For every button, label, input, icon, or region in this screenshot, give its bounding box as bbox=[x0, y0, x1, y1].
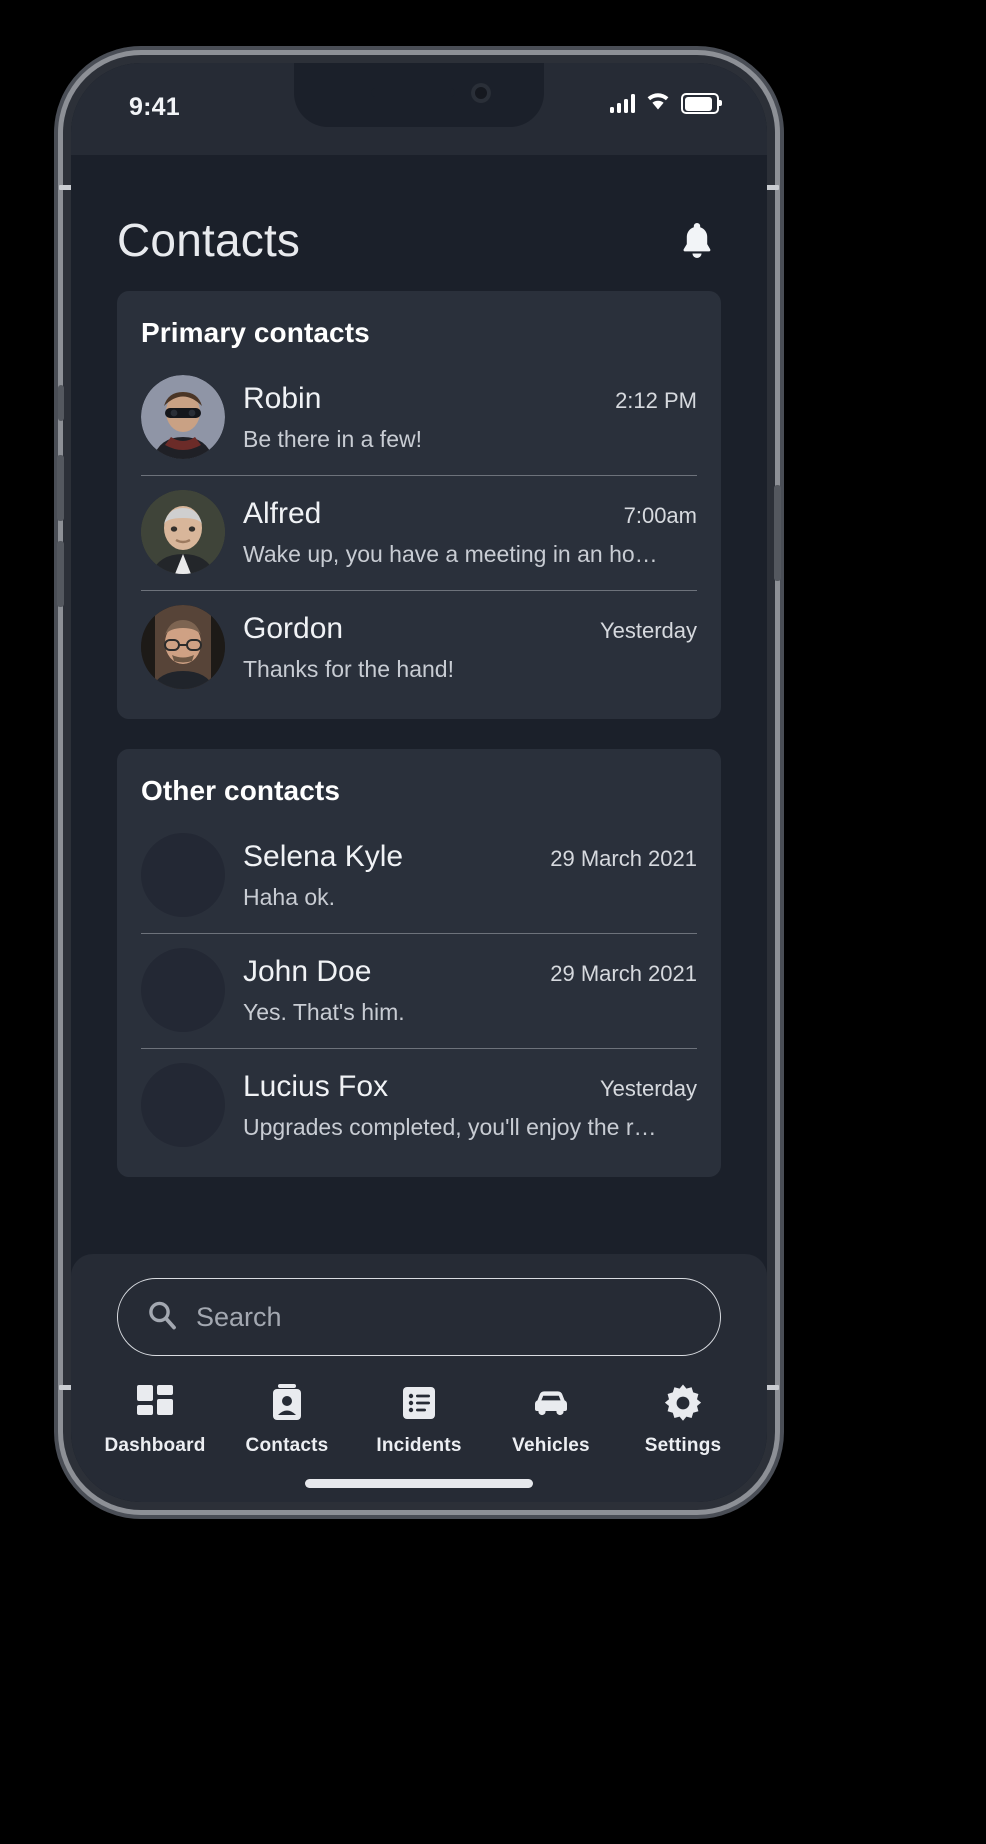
avatar bbox=[141, 490, 225, 574]
avatar-placeholder bbox=[141, 948, 225, 1032]
tab-settings[interactable]: Settings bbox=[623, 1382, 743, 1457]
contact-time: 29 March 2021 bbox=[550, 960, 697, 986]
contact-row[interactable]: Selena Kyle 29 March 2021 Haha ok. bbox=[141, 819, 697, 934]
contacts-content: Primary contacts Robin 2:12 PM Be there … bbox=[71, 291, 767, 1254]
list-icon bbox=[398, 1382, 440, 1424]
contact-row-main: Selena Kyle 29 March 2021 Haha ok. bbox=[243, 840, 697, 911]
contact-message: Upgrades completed, you'll enjoy the r… bbox=[243, 1113, 657, 1140]
tab-incidents[interactable]: Incidents bbox=[359, 1382, 479, 1457]
tab-label: Incidents bbox=[376, 1435, 462, 1456]
contact-time: 7:00am bbox=[623, 502, 697, 528]
antenna-line bbox=[765, 1385, 779, 1390]
tabbar: Dashboard Contacts Incidents Vehicles Se… bbox=[71, 1356, 767, 1463]
contact-row[interactable]: John Doe 29 March 2021 Yes. That's him. bbox=[141, 934, 697, 1049]
car-icon bbox=[529, 1382, 573, 1424]
section-title: Other contacts bbox=[141, 775, 340, 806]
search-input[interactable]: Search bbox=[117, 1278, 721, 1356]
search-placeholder: Search bbox=[196, 1301, 282, 1332]
antenna-line bbox=[765, 185, 779, 190]
contact-message: Be there in a few! bbox=[243, 425, 422, 452]
contact-name: John Doe bbox=[243, 954, 372, 988]
contact-name: Gordon bbox=[243, 611, 344, 645]
contact-row-main: Alfred 7:00am Wake up, you have a meetin… bbox=[243, 497, 697, 568]
tab-vehicles[interactable]: Vehicles bbox=[491, 1382, 611, 1457]
status-time: 9:41 bbox=[129, 93, 180, 121]
contact-row[interactable]: Lucius Fox Yesterday Upgrades completed,… bbox=[141, 1049, 697, 1163]
tab-label: Dashboard bbox=[104, 1435, 206, 1456]
cellular-signal-icon bbox=[610, 94, 635, 113]
page-title: Contacts bbox=[117, 214, 301, 266]
avatar-placeholder bbox=[141, 1063, 225, 1147]
bell-icon[interactable] bbox=[673, 214, 721, 266]
tab-label: Contacts bbox=[245, 1435, 329, 1456]
wifi-icon bbox=[645, 91, 671, 116]
app-screen: 9:41 Contacts Primary contacts Robin 2:1… bbox=[71, 63, 767, 1502]
contact-time: Yesterday bbox=[599, 617, 697, 643]
earpiece-speaker bbox=[371, 88, 455, 97]
tab-contacts[interactable]: Contacts bbox=[227, 1382, 347, 1457]
silence-switch[interactable] bbox=[58, 385, 64, 421]
avatar-placeholder bbox=[141, 833, 225, 917]
section-title: Primary contacts bbox=[141, 317, 370, 348]
home-indicator[interactable] bbox=[305, 1479, 533, 1488]
contact-row-main: Lucius Fox Yesterday Upgrades completed,… bbox=[243, 1070, 697, 1141]
tab-label: Settings bbox=[644, 1435, 722, 1456]
tab-dashboard[interactable]: Dashboard bbox=[95, 1382, 215, 1457]
search-wrap: Search bbox=[71, 1278, 767, 1356]
volume-down-button[interactable] bbox=[57, 541, 64, 607]
bottom-bar: Search Dashboard Contacts Incidents Vehi… bbox=[71, 1254, 767, 1502]
gear-icon bbox=[662, 1382, 704, 1424]
battery-full-icon bbox=[681, 93, 722, 114]
contact-row[interactable]: Gordon Yesterday Thanks for the hand! bbox=[141, 591, 697, 705]
phone-screen-bezel: 9:41 Contacts Primary contacts Robin 2:1… bbox=[71, 63, 767, 1502]
contact-name: Selena Kyle bbox=[243, 839, 404, 873]
contact-message: Thanks for the hand! bbox=[243, 655, 454, 682]
contact-time: Yesterday bbox=[599, 1075, 697, 1101]
tab-label: Vehicles bbox=[512, 1435, 590, 1456]
primary-contacts-card: Primary contacts Robin 2:12 PM Be there … bbox=[117, 291, 721, 719]
search-icon bbox=[146, 1299, 178, 1336]
phone-frame: 9:41 Contacts Primary contacts Robin 2:1… bbox=[57, 55, 781, 1510]
contact-card-icon bbox=[266, 1382, 308, 1424]
contact-name: Lucius Fox bbox=[243, 1069, 389, 1103]
front-camera-icon bbox=[471, 83, 491, 103]
contact-time: 29 March 2021 bbox=[550, 845, 697, 871]
contact-time: 2:12 PM bbox=[615, 387, 697, 413]
app-header: Contacts bbox=[71, 155, 767, 291]
contact-row[interactable]: Alfred 7:00am Wake up, you have a meetin… bbox=[141, 476, 697, 591]
volume-up-button[interactable] bbox=[57, 455, 64, 521]
contact-row-main: Gordon Yesterday Thanks for the hand! bbox=[243, 612, 697, 683]
other-contacts-card: Other contacts Selena Kyle 29 March 2021… bbox=[117, 749, 721, 1177]
status-bar: 9:41 bbox=[71, 63, 767, 155]
contact-name: Alfred bbox=[243, 496, 322, 530]
status-icons bbox=[610, 91, 722, 116]
contact-row-main: Robin 2:12 PM Be there in a few! bbox=[243, 382, 697, 453]
avatar bbox=[141, 375, 225, 459]
contact-row-main: John Doe 29 March 2021 Yes. That's him. bbox=[243, 955, 697, 1026]
power-button[interactable] bbox=[774, 485, 781, 581]
contact-message: Yes. That's him. bbox=[243, 998, 405, 1025]
contact-message: Haha ok. bbox=[243, 883, 336, 910]
avatar bbox=[141, 605, 225, 689]
grid-dashboard-icon bbox=[134, 1382, 176, 1424]
contact-name: Robin bbox=[243, 381, 322, 415]
contact-message: Wake up, you have a meeting in an ho… bbox=[243, 540, 658, 567]
contact-row[interactable]: Robin 2:12 PM Be there in a few! bbox=[141, 361, 697, 476]
